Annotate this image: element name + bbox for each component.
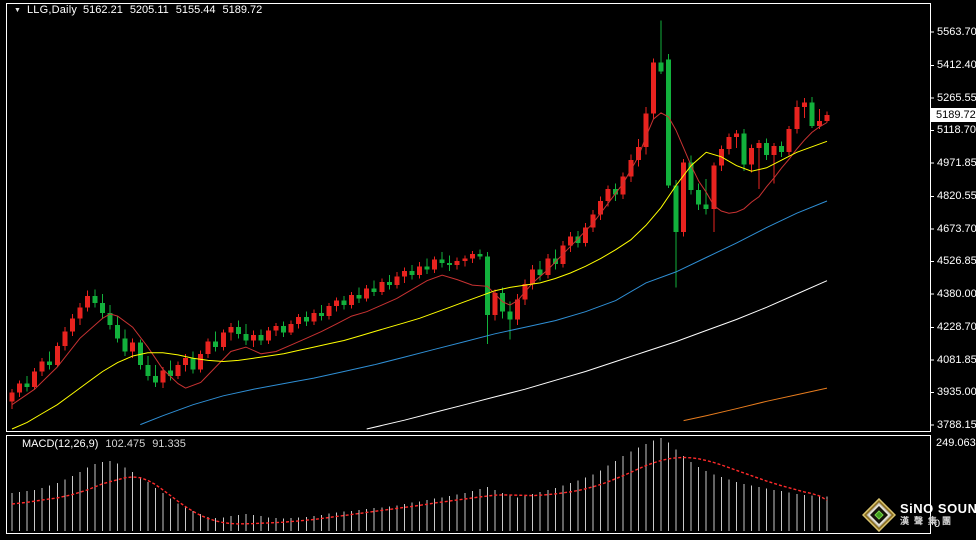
symbol-dropdown-icon[interactable]: ▼	[14, 5, 21, 16]
price-axis-label: 4820.55	[937, 190, 976, 202]
diamond-logo-icon	[862, 498, 896, 532]
indicator-info-bar: MACD(12,26,9) 102.475 91.335	[22, 438, 186, 450]
ma-fast-line	[12, 113, 827, 405]
ma-slower-line	[367, 281, 827, 429]
price-axis-label: 5563.70	[937, 26, 976, 38]
chart-canvas[interactable]	[0, 0, 976, 540]
symbol-info-bar: ▼ LLG,Daily 5162.21 5205.11 5155.44 5189…	[14, 4, 262, 16]
price-axis-label: 5412.40	[937, 59, 976, 71]
price-axis-label: 4971.85	[937, 157, 976, 169]
main-chart-frame	[7, 4, 931, 432]
price-axis-label: 5265.55	[937, 92, 976, 104]
macd-panel-frame	[7, 436, 931, 534]
macd-signal-value: 91.335	[152, 438, 186, 450]
price-axis-label: 4526.85	[937, 255, 976, 267]
price-axis-label: 4380.00	[937, 288, 976, 300]
price-axis-label: 3935.00	[937, 386, 976, 398]
price-axis-label: 3788.15	[937, 419, 976, 431]
trading-chart-window: ▼ LLG,Daily 5162.21 5205.11 5155.44 5189…	[0, 0, 976, 540]
current-price-badge: 5189.72	[930, 108, 976, 122]
logo-chinese-name: 漢聲集團	[900, 515, 976, 527]
price-axis-label: 4081.85	[937, 354, 976, 366]
macd-axis-max-label: 249.063	[936, 437, 976, 449]
open-value: 5162.21	[83, 4, 123, 16]
candlesticks	[10, 21, 830, 409]
logo-name: SiNO SOUND	[900, 503, 976, 515]
close-value: 5189.72	[223, 4, 263, 16]
ma-slowest-line	[684, 388, 827, 421]
low-value: 5155.44	[176, 4, 216, 16]
price-axis-label: 4228.70	[937, 321, 976, 333]
price-axis-label: 4673.70	[937, 223, 976, 235]
macd-main-value: 102.475	[105, 438, 145, 450]
indicator-label: MACD(12,26,9)	[22, 438, 98, 450]
ohlc-values: 5162.21 5205.11 5155.44 5189.72	[83, 4, 262, 16]
symbol-timeframe-label: LLG,Daily	[27, 4, 77, 16]
macd-histogram	[12, 438, 827, 531]
high-value: 5205.11	[130, 4, 169, 16]
price-axis-label: 5118.70	[937, 124, 976, 136]
ma-slow-line	[140, 201, 827, 425]
brand-logo: SiNO SOUND 漢聲集團	[862, 498, 976, 532]
